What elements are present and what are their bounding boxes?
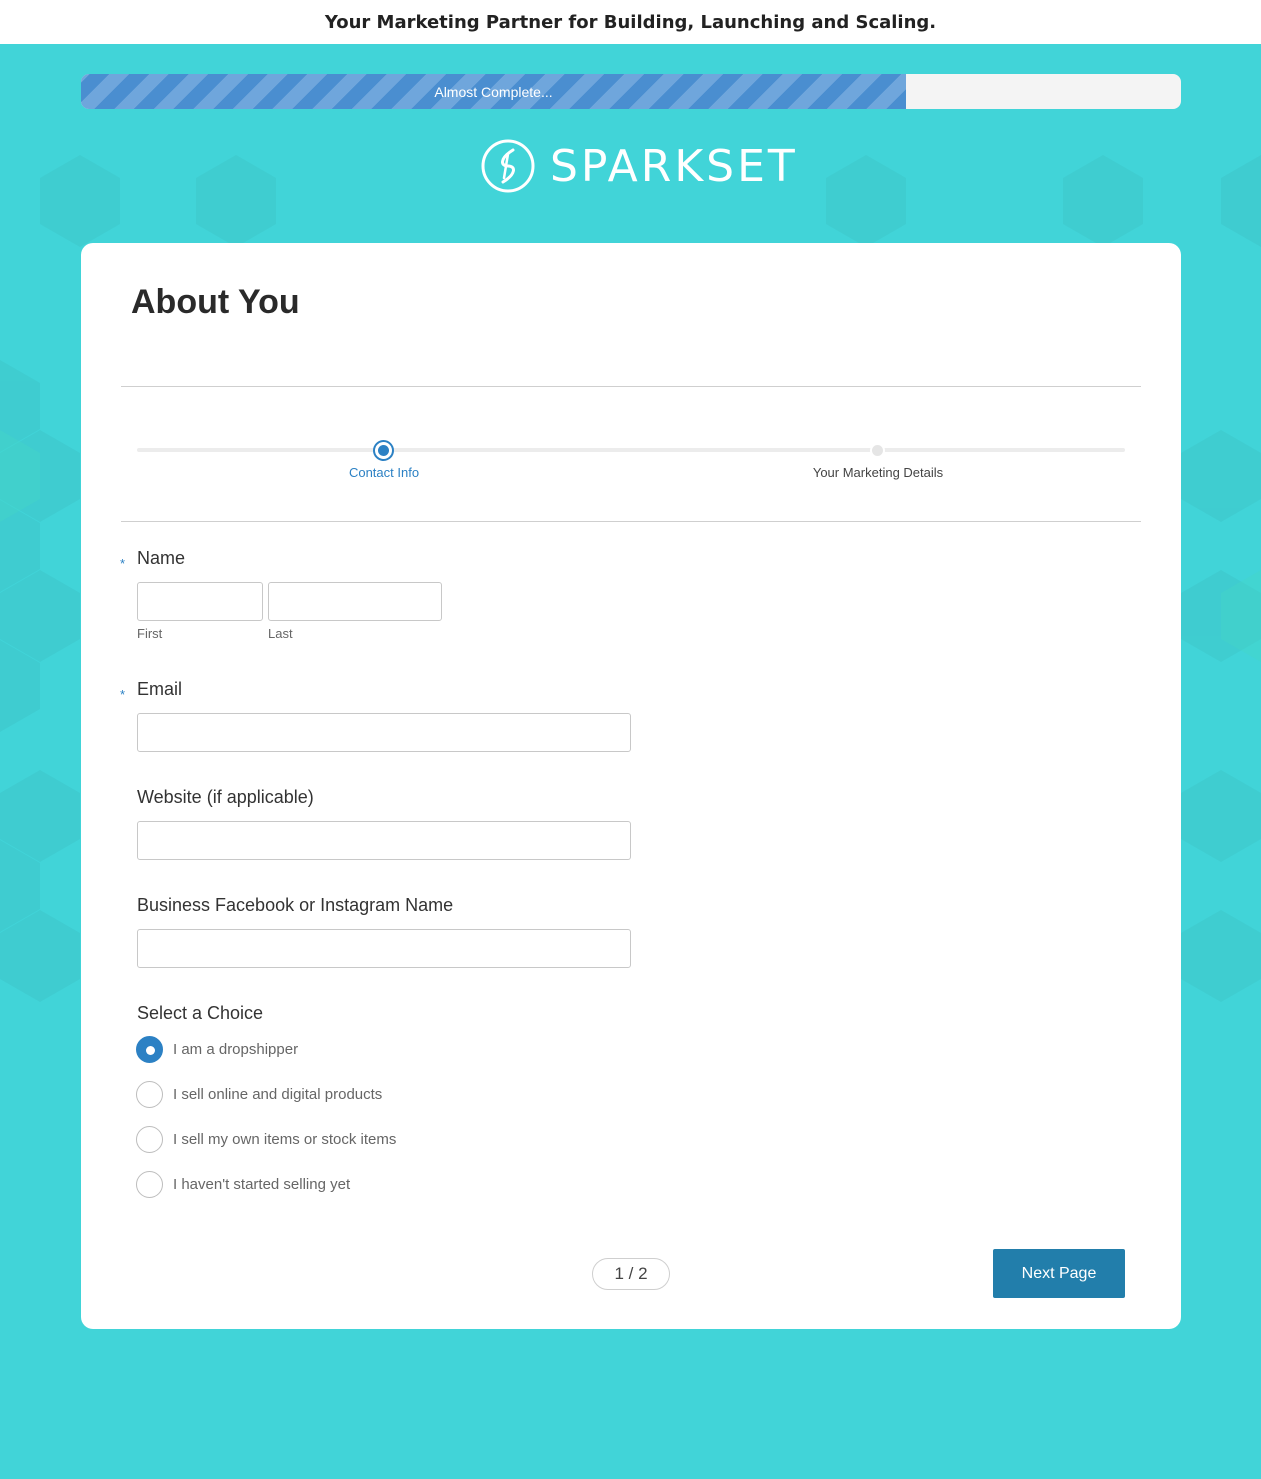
first-name-sublabel: First (137, 626, 163, 641)
email-label: Email (137, 679, 183, 699)
radio-button[interactable] (136, 1171, 163, 1198)
radio-button-checked[interactable] (136, 1036, 163, 1063)
website-label: Website (if applicable) (137, 787, 314, 807)
social-name-label: Business Facebook or Instagram Name (137, 895, 454, 915)
logo-text: SPARKSET (550, 140, 798, 192)
banner-text: Your Marketing Partner for Building, Lau… (324, 11, 937, 33)
email-input[interactable] (137, 713, 631, 752)
top-banner: Your Marketing Partner for Building, Lau… (0, 0, 1261, 44)
name-required-mark: * (120, 556, 126, 571)
form-card: About You Contact Info Your Marketing De… (81, 243, 1181, 1329)
progress-bar: Almost Complete... (81, 74, 1181, 109)
radio-option-not-started[interactable]: I haven't started selling yet (136, 1171, 350, 1198)
last-name-input[interactable] (268, 582, 442, 621)
radio-option-label[interactable]: I am a dropshipper (173, 1041, 298, 1058)
progress-label: Almost Complete... (434, 83, 553, 100)
radio-button[interactable] (136, 1081, 163, 1108)
first-name-input[interactable] (137, 582, 263, 621)
social-name-input[interactable] (137, 929, 631, 968)
sparkset-logo: SPARKSET (480, 137, 798, 195)
next-page-button[interactable]: Next Page (993, 1249, 1125, 1298)
radio-option-label[interactable]: I sell my own items or stock items (173, 1131, 396, 1148)
choice-label: Select a Choice (137, 1003, 264, 1023)
radio-option-dropshipper[interactable]: I am a dropshipper (136, 1036, 298, 1063)
page-title: About You (131, 283, 300, 321)
last-name-sublabel: Last (268, 626, 293, 641)
step-indicator-marketing-details[interactable] (870, 443, 885, 458)
progress-fill: Almost Complete... (81, 74, 906, 109)
divider-top (121, 386, 1141, 387)
divider-bottom (121, 521, 1141, 522)
step-label-marketing-details[interactable]: Your Marketing Details (813, 465, 943, 480)
website-input[interactable] (137, 821, 631, 860)
step-indicator-contact-info[interactable] (373, 440, 394, 461)
name-label: Name (137, 548, 186, 568)
radio-option-label[interactable]: I haven't started selling yet (173, 1176, 350, 1193)
radio-option-own-items[interactable]: I sell my own items or stock items (136, 1126, 396, 1153)
steps-track (137, 448, 1125, 452)
sparkset-logo-icon (481, 139, 535, 193)
step-label-contact-info[interactable]: Contact Info (349, 465, 419, 480)
radio-option-online-digital[interactable]: I sell online and digital products (136, 1081, 382, 1108)
radio-option-label[interactable]: I sell online and digital products (173, 1086, 382, 1103)
email-required-mark: * (120, 687, 126, 702)
radio-button[interactable] (136, 1126, 163, 1153)
page-indicator: 1 / 2 (592, 1258, 670, 1290)
